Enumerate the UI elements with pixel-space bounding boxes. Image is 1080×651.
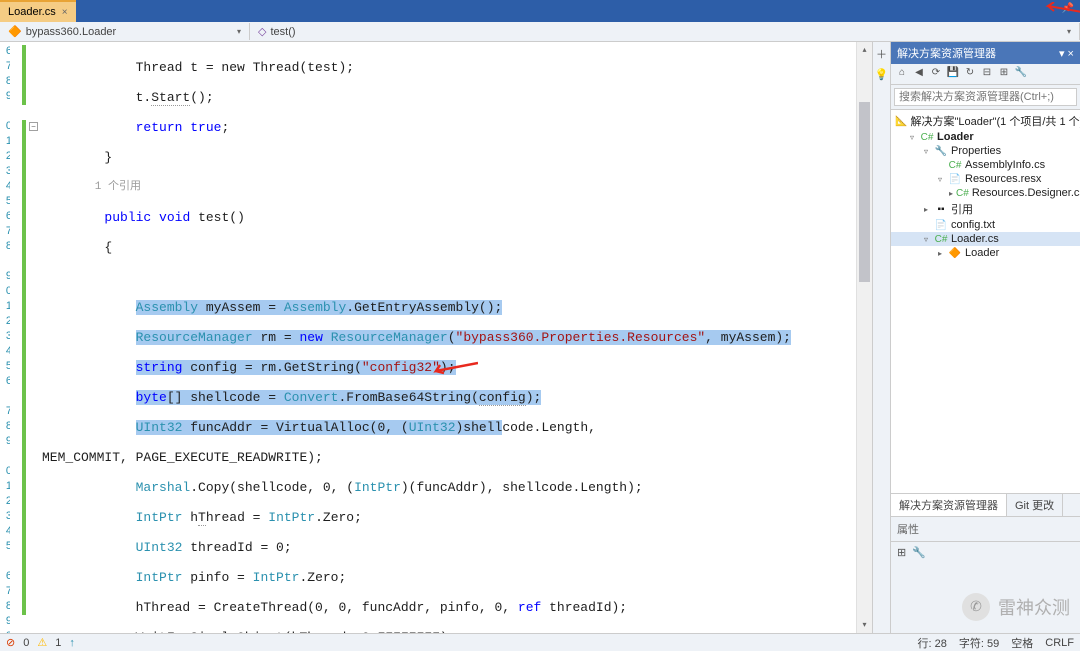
class-icon: 🔶 [8, 25, 22, 38]
tree-solution[interactable]: 📐解决方案"Loader"(1 个项目/共 1 个) [891, 112, 1080, 130]
panel-toolbar: ⌂ ◀ ⟳ 💾 ↻ ⊟ ⊞ 🔧 [891, 64, 1080, 85]
scroll-up-icon[interactable]: ▴ [857, 42, 872, 58]
properties-icon[interactable]: 🔧 [1014, 67, 1028, 81]
back-icon[interactable]: ◀ [912, 67, 926, 81]
breadcrumb: 🔶 bypass360.Loader ▾ ◇ test() ▾ [0, 22, 1080, 42]
alpha-icon[interactable]: 🔧 [912, 546, 926, 559]
editor-tab[interactable]: Loader.cs × [0, 0, 76, 22]
properties-label: 属性 [891, 516, 1080, 541]
tree-resources-designer[interactable]: ▸C#Resources.Designer.cs [891, 186, 1080, 200]
chevron-down-icon: ▾ [237, 27, 241, 36]
tree-config[interactable]: 📄config.txt [891, 218, 1080, 232]
line-numbers: 67890123456789012345678901234567890 [0, 42, 10, 633]
sync-icon[interactable]: ⟳ [929, 67, 943, 81]
tree-project[interactable]: ▿C#Loader [891, 130, 1080, 144]
fold-column: − [28, 42, 42, 633]
tree-properties[interactable]: ▿🔧Properties [891, 144, 1080, 158]
tab-solution-explorer[interactable]: 解决方案资源管理器 [891, 494, 1007, 516]
warning-icon[interactable]: ⚠ [37, 636, 47, 649]
tab-git-changes[interactable]: Git 更改 [1007, 494, 1063, 516]
properties-toolbar: ⊞ 🔧 [891, 541, 1080, 563]
panel-search [891, 85, 1080, 110]
tree-references[interactable]: ▸▪▪引用 [891, 200, 1080, 218]
method-icon: ◇ [258, 25, 266, 38]
plus-icon[interactable]: ＋ [876, 46, 887, 62]
code-editor[interactable]: 67890123456789012345678901234567890 − Th… [0, 42, 890, 633]
vertical-scrollbar[interactable]: ▴ ▾ [856, 42, 872, 633]
home-icon[interactable]: ⌂ [895, 67, 909, 81]
status-eol[interactable]: CRLF [1045, 637, 1074, 649]
change-margin [10, 42, 28, 633]
collapse-icon[interactable]: ⊟ [980, 67, 994, 81]
pin-icon[interactable]: 📌 [1062, 3, 1074, 14]
tree-loader-class[interactable]: ▸🔶Loader [891, 246, 1080, 260]
scroll-thumb[interactable] [859, 102, 870, 282]
tree-loader-cs[interactable]: ▿C#Loader.cs [891, 232, 1080, 246]
refresh-icon[interactable]: ↻ [963, 67, 977, 81]
panel-menu-icon[interactable]: ▾ × [1059, 47, 1074, 60]
chevron-down-icon: ▾ [1067, 27, 1071, 36]
panel-tabs: 解决方案资源管理器 Git 更改 [891, 494, 1080, 516]
build-up-icon[interactable]: ↑ [69, 637, 75, 649]
solution-tree[interactable]: 📐解决方案"Loader"(1 个项目/共 1 个) ▿C#Loader ▿🔧P… [891, 110, 1080, 493]
tab-bar: Loader.cs × 📌 [0, 0, 1080, 22]
scroll-down-icon[interactable]: ▾ [857, 617, 872, 633]
tree-resources-resx[interactable]: ▿📄Resources.resx [891, 172, 1080, 186]
bulb-icon[interactable]: 💡 [875, 68, 889, 81]
solution-explorer: 解决方案资源管理器 ▾ × ⌂ ◀ ⟳ 💾 ↻ ⊟ ⊞ 🔧 📐解决方案"Load… [890, 42, 1080, 633]
categorize-icon[interactable]: ⊞ [897, 546, 906, 559]
status-column[interactable]: 字符: 59 [959, 635, 999, 651]
showall-icon[interactable]: ⊞ [997, 67, 1011, 81]
save-icon[interactable]: 💾 [946, 67, 960, 81]
error-icon[interactable]: ⊘ [6, 636, 15, 649]
status-line[interactable]: 行: 28 [918, 635, 947, 651]
status-bar: ⊘0 ⚠1 ↑ 行: 28 字符: 59 空格 CRLF [0, 633, 1080, 651]
editor-side-icons: ＋ 💡 [872, 42, 890, 633]
fold-button[interactable]: − [29, 122, 38, 131]
tab-label: Loader.cs [8, 6, 56, 18]
tree-assemblyinfo[interactable]: C#AssemblyInfo.cs [891, 158, 1080, 172]
panel-title: 解决方案资源管理器 ▾ × [891, 42, 1080, 64]
breadcrumb-method[interactable]: ◇ test() ▾ [250, 23, 1080, 40]
search-input[interactable] [894, 88, 1077, 106]
status-indent[interactable]: 空格 [1011, 635, 1033, 651]
breadcrumb-namespace[interactable]: 🔶 bypass360.Loader ▾ [0, 23, 250, 40]
code-area[interactable]: Thread t = new Thread(test); t.Start(); … [42, 42, 856, 633]
close-icon[interactable]: × [62, 7, 68, 18]
